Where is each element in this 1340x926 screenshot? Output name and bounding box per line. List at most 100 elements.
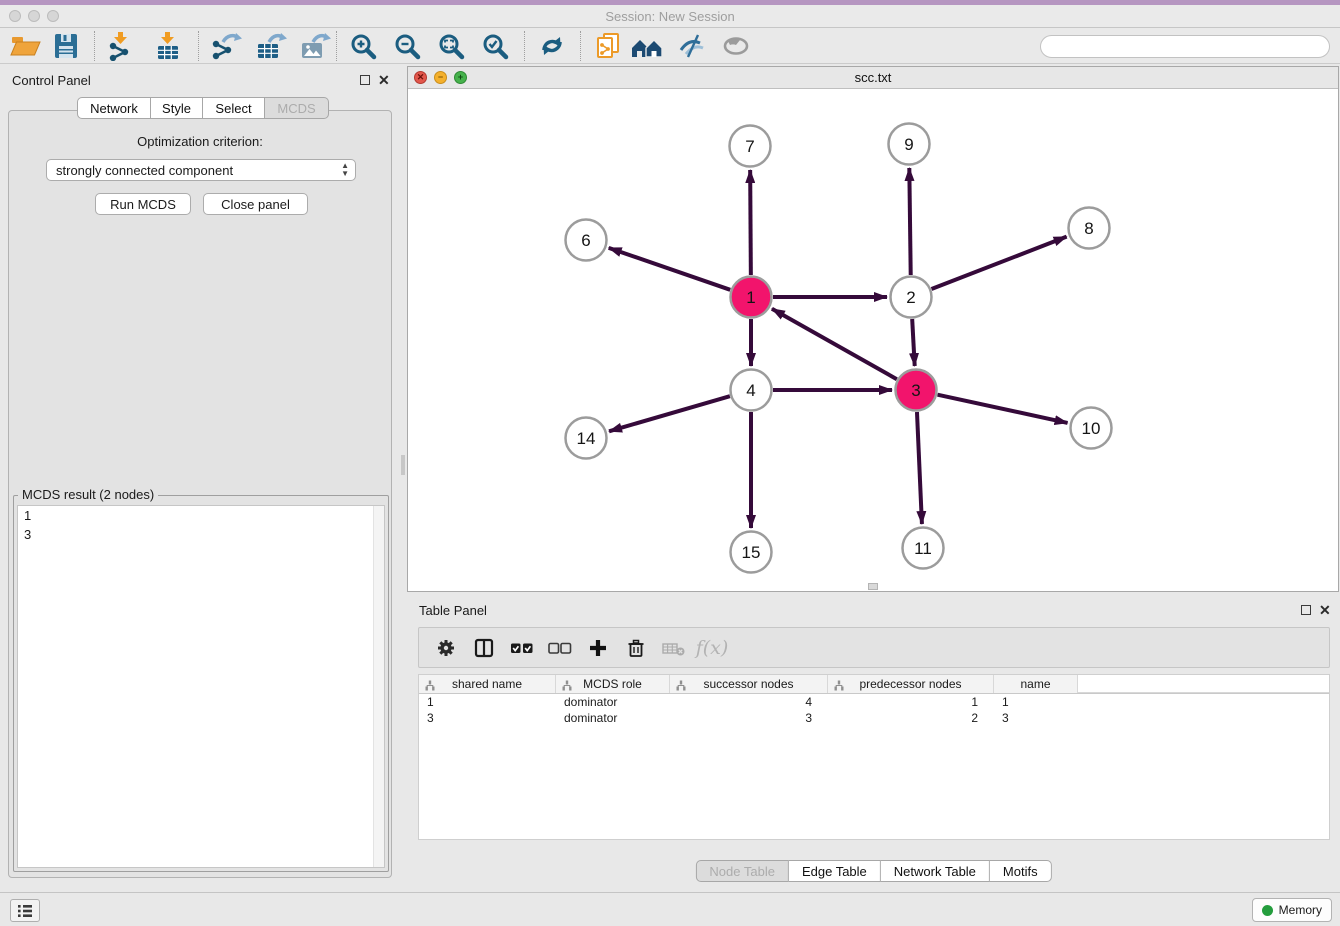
graph-edge-3-10[interactable] [937, 395, 1067, 423]
eye-slash-icon [675, 31, 709, 61]
optimization-criterion-label: Optimization criterion: [9, 134, 391, 149]
column-header-MCDS-role[interactable]: MCDS role [556, 675, 670, 693]
network-canvas-svg: 1234678910111415 [408, 89, 1338, 591]
graph-node-label: 9 [904, 135, 913, 154]
table-row[interactable]: 3dominator323 [419, 710, 1329, 726]
table-cell: 3 [670, 710, 828, 726]
graph-node-label: 15 [742, 543, 761, 562]
graph-edge-2-9[interactable] [909, 168, 910, 275]
canvas-resize-handle[interactable] [868, 583, 878, 590]
panel-splitter[interactable] [401, 455, 405, 475]
mcds-result-value: 1 [18, 506, 384, 525]
graph-edge-1-7[interactable] [750, 170, 751, 275]
tab-style[interactable]: Style [151, 97, 203, 119]
memory-label: Memory [1279, 903, 1322, 917]
column-header-name[interactable]: name [994, 675, 1078, 693]
graph-node-label: 10 [1082, 419, 1101, 438]
tab-network-table[interactable]: Network Table [881, 860, 990, 882]
table-cell: dominator [556, 694, 670, 710]
mcds-panel: Optimization criterion: strongly connect… [8, 110, 392, 878]
select-all-rows-button[interactable] [503, 633, 541, 663]
zoom-in-button[interactable] [344, 29, 384, 63]
column-header-shared-name[interactable]: shared name [419, 675, 556, 693]
tab-network[interactable]: Network [77, 97, 151, 119]
column-type-icon [562, 680, 572, 691]
refresh-view-button[interactable] [532, 29, 572, 63]
table-header-row: shared name MCDS role successor nodesprede… [419, 674, 1329, 694]
open-session-button[interactable] [6, 29, 46, 63]
column-header-successor-nodes[interactable]: successor nodes [670, 675, 828, 693]
zoom-selected-button[interactable] [476, 29, 516, 63]
ndex-import-button[interactable] [588, 29, 628, 63]
table-cell: 2 [828, 710, 994, 726]
export-table-icon [253, 31, 287, 61]
control-panel: Control Panel ✕ Network Style Select MCD… [0, 64, 400, 892]
open-folder-icon [9, 31, 43, 61]
float-panel-icon[interactable] [1301, 605, 1311, 615]
graph-node-label: 14 [577, 429, 596, 448]
show-task-history-button[interactable] [10, 899, 40, 922]
table-cell: 1 [828, 694, 994, 710]
ndex-browse-button[interactable] [628, 29, 668, 63]
show-graphics-details-button[interactable] [716, 29, 756, 63]
result-scrollbar[interactable] [373, 506, 384, 867]
select-stepper-icon: ▲▼ [341, 162, 349, 178]
deselect-all-rows-button[interactable] [541, 633, 579, 663]
float-panel-icon[interactable] [360, 75, 370, 85]
column-header-predecessor-nodes[interactable]: predecessor nodes [828, 675, 994, 693]
run-mcds-button[interactable]: Run MCDS [95, 193, 191, 215]
table-cell: 3 [419, 710, 556, 726]
tab-node-table[interactable]: Node Table [695, 860, 789, 882]
network-frame-titlebar: ✕ − + scc.txt [408, 67, 1338, 89]
eye-icon [719, 31, 753, 61]
delete-table-icon [662, 638, 686, 658]
table-settings-button[interactable] [427, 633, 465, 663]
export-image-button[interactable] [294, 29, 334, 63]
delete-table-button-disabled [655, 633, 693, 663]
application-window: Session: New Session [0, 0, 1340, 926]
graph-edge-3-1[interactable] [772, 309, 897, 379]
save-session-button[interactable] [46, 29, 86, 63]
export-network-button[interactable] [206, 29, 246, 63]
column-header-label: MCDS role [583, 677, 642, 691]
graph-edge-4-14[interactable] [609, 396, 730, 431]
save-icon [49, 31, 83, 61]
node-table: shared name MCDS role successor nodesprede… [418, 674, 1330, 840]
zoom-fit-button[interactable] [432, 29, 472, 63]
export-table-button[interactable] [250, 29, 290, 63]
search-input[interactable] [1040, 35, 1330, 58]
table-row[interactable]: 1dominator411 [419, 694, 1329, 710]
toolbar-separator [524, 31, 525, 61]
list-icon [15, 901, 35, 921]
zoom-selected-icon [479, 31, 513, 61]
create-column-button[interactable] [579, 633, 617, 663]
tab-motifs[interactable]: Motifs [990, 860, 1052, 882]
zoom-out-icon [391, 31, 425, 61]
show-column-panel-button[interactable] [465, 633, 503, 663]
tab-select[interactable]: Select [203, 97, 265, 119]
table-tabs: Node Table Edge Table Network Table Moti… [695, 860, 1051, 882]
close-panel-icon[interactable]: ✕ [378, 73, 390, 87]
import-network-button[interactable] [102, 29, 142, 63]
mcds-result-list[interactable]: 13 [17, 505, 385, 868]
mcds-result-title: MCDS result (2 nodes) [18, 487, 158, 502]
zoom-out-button[interactable] [388, 29, 428, 63]
hide-graphics-details-button[interactable] [672, 29, 712, 63]
close-panel-button[interactable]: Close panel [203, 193, 308, 215]
import-table-button[interactable] [148, 29, 188, 63]
memory-status-icon [1262, 905, 1273, 916]
graph-edge-2-3[interactable] [912, 319, 915, 366]
graph-edge-2-8[interactable] [932, 237, 1067, 289]
criterion-select[interactable]: strongly connected component ▲▼ [46, 159, 356, 181]
tab-mcds[interactable]: MCDS [265, 97, 329, 119]
graph-edge-3-11[interactable] [917, 412, 922, 524]
tab-edge-table[interactable]: Edge Table [789, 860, 881, 882]
graph-edge-1-6[interactable] [609, 248, 731, 290]
fx-label: f(x) [696, 637, 729, 659]
refresh-icon [535, 31, 569, 61]
close-panel-icon[interactable]: ✕ [1319, 603, 1331, 617]
memory-button[interactable]: Memory [1252, 898, 1332, 922]
graph-node-label: 4 [746, 381, 755, 400]
delete-column-button[interactable] [617, 633, 655, 663]
network-canvas[interactable]: 1234678910111415 [408, 89, 1338, 591]
